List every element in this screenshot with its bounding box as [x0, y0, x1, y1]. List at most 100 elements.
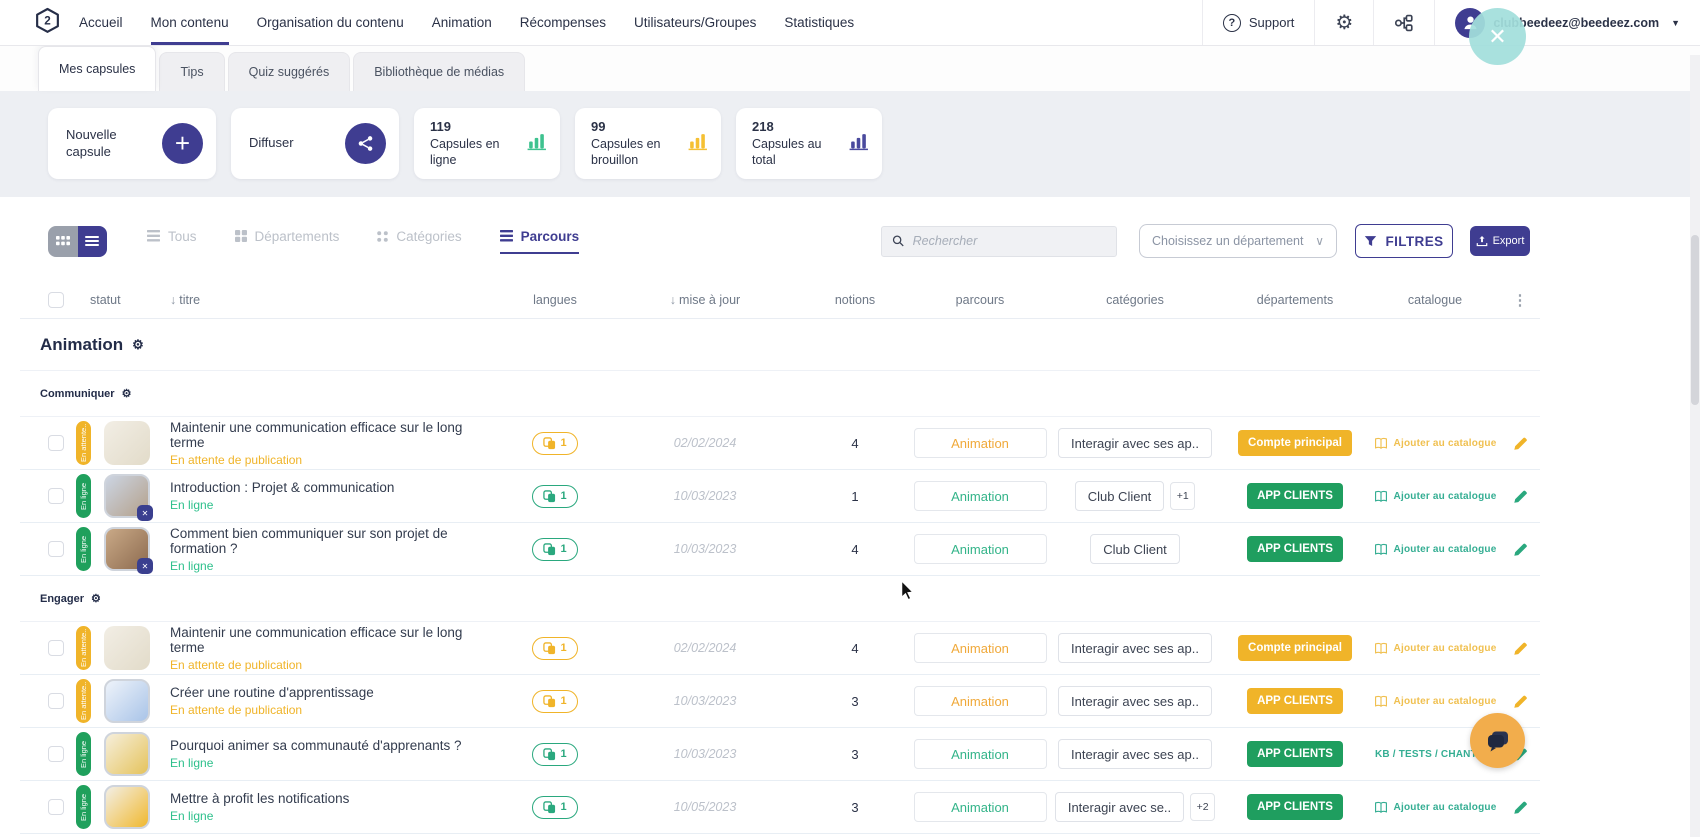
capsule-title[interactable]: Pourquoi animer sa communauté d'apprenan…: [170, 738, 500, 753]
close-icon: ✕: [1488, 24, 1506, 50]
parcours-chip[interactable]: Animation: [914, 428, 1047, 458]
list-view-icon[interactable]: [78, 226, 108, 257]
header-langues: langues: [500, 293, 610, 307]
catalogue-action[interactable]: Ajouter au catalogue: [1370, 801, 1500, 814]
search-box[interactable]: [881, 226, 1117, 257]
close-widget-button[interactable]: ✕: [1469, 8, 1526, 65]
parcours-chip[interactable]: Animation: [914, 739, 1047, 769]
grid-icon: [235, 230, 247, 242]
scrollbar-thumb[interactable]: [1691, 235, 1699, 405]
filter-tab-categories[interactable]: Catégories: [377, 229, 461, 254]
sort-desc-icon: ↓: [170, 293, 176, 307]
edit-icon[interactable]: [1513, 489, 1528, 504]
catalogue-action[interactable]: Ajouter au catalogue: [1370, 642, 1500, 655]
filter-tab-parcours[interactable]: Parcours: [500, 229, 580, 254]
beedeez-logo-icon[interactable]: 2: [34, 7, 61, 38]
language-badge: 1: [532, 637, 577, 660]
capsule-thumbnail[interactable]: ✕: [104, 785, 150, 829]
grid-view-icon[interactable]: [48, 226, 78, 257]
capsule-status: En ligne: [170, 559, 500, 573]
category-extra-chip[interactable]: +1: [1170, 482, 1195, 510]
capsule-thumbnail[interactable]: ✕: [104, 626, 150, 670]
row-checkbox[interactable]: [48, 640, 64, 656]
updated-date: 10/03/2023: [610, 694, 800, 708]
filter-tab-departements[interactable]: Départements: [235, 229, 340, 254]
nav-item-recompenses[interactable]: Récompenses: [520, 0, 606, 45]
language-badge: 1: [532, 485, 577, 508]
parcours-chip[interactable]: Animation: [914, 481, 1047, 511]
row-checkbox[interactable]: [48, 488, 64, 504]
diffuser-button[interactable]: Diffuser: [231, 108, 399, 179]
filter-tab-tous[interactable]: Tous: [147, 229, 197, 254]
capsule-title[interactable]: Maintenir une communication efficace sur…: [170, 625, 500, 655]
row-checkbox[interactable]: [48, 746, 64, 762]
tab-bibliotheque[interactable]: Bibliothèque de médias: [353, 52, 525, 91]
nav-item-mon-contenu[interactable]: Mon contenu: [151, 0, 229, 45]
capsule-title[interactable]: Introduction : Projet & communication: [170, 480, 500, 495]
nav-item-organisation[interactable]: Organisation du contenu: [257, 0, 404, 45]
support-button[interactable]: ? Support: [1202, 0, 1315, 45]
tab-mes-capsules[interactable]: Mes capsules: [38, 46, 156, 91]
gear-icon[interactable]: ⚙: [122, 387, 132, 400]
header-parcours: parcours: [910, 293, 1050, 307]
search-input[interactable]: [913, 234, 1106, 248]
parcours-chip[interactable]: Animation: [914, 534, 1047, 564]
nav-item-accueil[interactable]: Accueil: [79, 0, 123, 45]
capsule-thumbnail[interactable]: ✕: [104, 679, 150, 723]
settings-button[interactable]: ⚙: [1314, 0, 1373, 45]
status-pill: En attente..: [76, 626, 91, 670]
capsule-title[interactable]: Mettre à profit les notifications: [170, 791, 500, 806]
catalogue-action[interactable]: Ajouter au catalogue: [1370, 490, 1500, 503]
row-checkbox[interactable]: [48, 541, 64, 557]
row-checkbox[interactable]: [48, 799, 64, 815]
row-checkbox[interactable]: [48, 435, 64, 451]
department-select[interactable]: Choisissez un département ∨: [1139, 224, 1337, 258]
close-icon: ✕: [137, 558, 153, 574]
filters-button[interactable]: FILTRES: [1355, 224, 1453, 258]
capsule-thumbnail[interactable]: ✕: [104, 732, 150, 776]
tab-tips[interactable]: Tips: [159, 52, 224, 91]
edit-icon[interactable]: [1513, 800, 1528, 815]
nav-item-statistiques[interactable]: Statistiques: [784, 0, 854, 45]
edit-icon[interactable]: [1513, 542, 1528, 557]
header-titre[interactable]: ↓titre: [170, 293, 500, 307]
nav-item-animation[interactable]: Animation: [432, 0, 492, 45]
column-options-icon[interactable]: ⋮: [1500, 291, 1540, 309]
header-mise-a-jour[interactable]: ↓mise à jour: [610, 293, 800, 307]
gear-icon[interactable]: ⚙: [91, 592, 101, 605]
edit-icon[interactable]: [1513, 694, 1528, 709]
org-share-button[interactable]: [1373, 0, 1434, 45]
parcours-chip[interactable]: Animation: [914, 792, 1047, 822]
navbar-right: ? Support ⚙ clubbeedeez@beedeez.com ▼: [1202, 0, 1700, 45]
capsule-status: En attente de publication: [170, 453, 500, 467]
tab-quiz-suggeres[interactable]: Quiz suggérés: [228, 52, 351, 91]
catalogue-action[interactable]: Ajouter au catalogue: [1370, 695, 1500, 708]
gear-icon[interactable]: ⚙: [132, 337, 144, 353]
row-checkbox[interactable]: [48, 693, 64, 709]
catalogue-action[interactable]: Ajouter au catalogue: [1370, 543, 1500, 556]
capsule-title[interactable]: Comment bien communiquer sur son projet …: [170, 526, 500, 556]
department-badge: APP CLIENTS: [1247, 483, 1343, 509]
new-capsule-button[interactable]: Nouvelle capsule +: [48, 108, 216, 179]
edit-icon[interactable]: [1513, 641, 1528, 656]
category-extra-chip[interactable]: +2: [1190, 793, 1215, 821]
svg-text:2: 2: [44, 15, 51, 28]
catalogue-action[interactable]: Ajouter au catalogue: [1370, 437, 1500, 450]
language-badge: 1: [532, 432, 577, 455]
capsule-thumbnail[interactable]: ✕: [104, 421, 150, 465]
capsule-title[interactable]: Créer une routine d'apprentissage: [170, 685, 500, 700]
chat-launcher-button[interactable]: [1470, 713, 1525, 768]
export-icon: [1476, 235, 1488, 247]
parcours-chip[interactable]: Animation: [914, 686, 1047, 716]
capsule-thumbnail[interactable]: ✕: [104, 527, 150, 571]
parcours-chip[interactable]: Animation: [914, 633, 1047, 663]
nav-item-utilisateurs[interactable]: Utilisateurs/Groupes: [634, 0, 756, 45]
export-button[interactable]: Export: [1470, 226, 1530, 256]
edit-icon[interactable]: [1513, 436, 1528, 451]
view-toggle[interactable]: [48, 226, 107, 257]
capsule-title[interactable]: Maintenir une communication efficace sur…: [170, 420, 500, 450]
capsule-thumbnail[interactable]: ✕: [104, 474, 150, 518]
header-categories: catégories: [1050, 293, 1220, 307]
table-header-row: statut ↓titre langues ↓mise à jour notio…: [20, 281, 1540, 319]
select-all-checkbox[interactable]: [48, 292, 64, 308]
